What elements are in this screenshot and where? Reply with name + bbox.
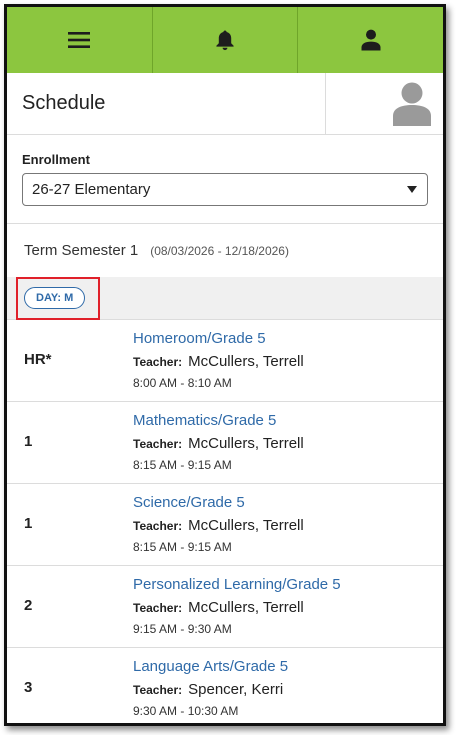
class-time: 9:30 AM - 10:30 AM xyxy=(133,704,239,718)
period-label: 2 xyxy=(24,597,33,614)
avatar-placeholder-icon[interactable] xyxy=(393,82,431,126)
course-link[interactable]: Language Arts/Grade 5 xyxy=(133,658,288,675)
hamburger-menu-icon xyxy=(68,32,91,48)
period-label: 1 xyxy=(24,433,33,450)
teacher-name: Spencer, Kerri xyxy=(188,681,284,698)
avatar-area[interactable] xyxy=(325,73,443,134)
day-filter-button[interactable]: DAY: M xyxy=(24,287,86,309)
menu-button[interactable] xyxy=(7,7,153,73)
teacher-line: Teacher: McCullers, Terrell xyxy=(133,517,304,535)
schedule-row: 2 Personalized Learning/Grade 5 Teacher:… xyxy=(7,566,443,648)
enrollment-selected-value: 26-27 Elementary xyxy=(32,181,151,198)
period-label: HR* xyxy=(24,351,52,368)
schedule-list: HR* Homeroom/Grade 5 Teacher: McCullers, … xyxy=(7,320,443,723)
schedule-row: 1 Mathematics/Grade 5 Teacher: McCullers,… xyxy=(7,402,443,484)
bell-icon xyxy=(216,30,234,51)
teacher-label: Teacher: xyxy=(133,519,183,533)
person-icon xyxy=(361,29,381,51)
enrollment-section: Enrollment 26-27 Elementary xyxy=(7,135,443,224)
teacher-label: Teacher: xyxy=(133,437,183,451)
course-link[interactable]: Personalized Learning/Grade 5 xyxy=(133,576,341,593)
top-nav-bar xyxy=(7,7,443,73)
day-filter-bar: DAY: M xyxy=(7,277,443,320)
teacher-label: Teacher: xyxy=(133,601,183,615)
schedule-row: 3 Language Arts/Grade 5 Teacher: Spencer,… xyxy=(7,648,443,723)
period-label: 1 xyxy=(24,515,33,532)
page-header: Schedule xyxy=(7,73,443,135)
teacher-line: Teacher: McCullers, Terrell xyxy=(133,353,304,371)
class-time: 8:15 AM - 9:15 AM xyxy=(133,458,232,472)
schedule-row: 1 Science/Grade 5 Teacher: McCullers, Ter… xyxy=(7,484,443,566)
teacher-name: McCullers, Terrell xyxy=(188,435,304,452)
teacher-line: Teacher: McCullers, Terrell xyxy=(133,435,304,453)
class-time: 8:00 AM - 8:10 AM xyxy=(133,376,232,390)
enrollment-label: Enrollment xyxy=(22,152,90,167)
term-header: Term Semester 1 (08/03/2026 - 12/18/2026… xyxy=(7,224,443,277)
notifications-button[interactable] xyxy=(153,7,299,73)
teacher-name: McCullers, Terrell xyxy=(188,599,304,616)
teacher-line: Teacher: McCullers, Terrell xyxy=(133,599,304,617)
page-title: Schedule xyxy=(22,92,106,114)
enrollment-select[interactable]: 26-27 Elementary xyxy=(22,173,428,206)
course-link[interactable]: Homeroom/Grade 5 xyxy=(133,330,266,347)
profile-button[interactable] xyxy=(298,7,443,73)
class-time: 9:15 AM - 9:30 AM xyxy=(133,622,232,636)
dropdown-caret-icon xyxy=(407,186,417,193)
app-frame: Schedule Enrollment 26-27 Elementary Ter… xyxy=(4,4,446,726)
teacher-name: McCullers, Terrell xyxy=(188,353,304,370)
teacher-label: Teacher: xyxy=(133,683,183,697)
period-label: 3 xyxy=(24,679,33,696)
course-link[interactable]: Science/Grade 5 xyxy=(133,494,245,511)
teacher-label: Teacher: xyxy=(133,355,183,369)
schedule-row: HR* Homeroom/Grade 5 Teacher: McCullers, … xyxy=(7,320,443,402)
class-time: 8:15 AM - 9:15 AM xyxy=(133,540,232,554)
term-dates: (08/03/2026 - 12/18/2026) xyxy=(150,243,289,258)
teacher-name: McCullers, Terrell xyxy=(188,517,304,534)
page-title-wrap: Schedule xyxy=(7,73,325,134)
teacher-line: Teacher: Spencer, Kerri xyxy=(133,681,283,699)
term-name: Term Semester 1 xyxy=(24,242,139,259)
course-link[interactable]: Mathematics/Grade 5 xyxy=(133,412,276,429)
